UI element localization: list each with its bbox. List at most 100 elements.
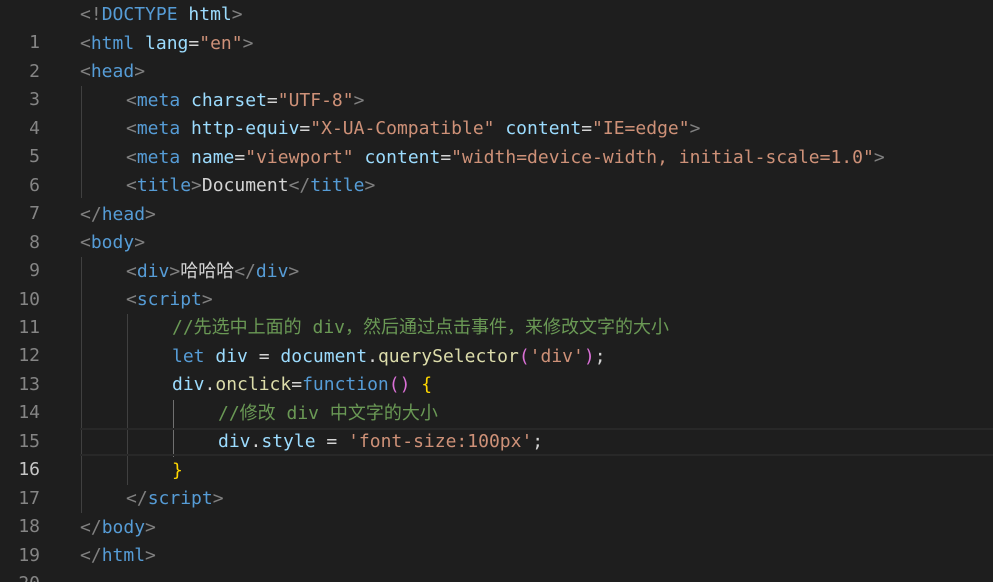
operator: = xyxy=(234,147,246,168)
tag-bracket: < xyxy=(126,147,137,168)
tag-bracket: < xyxy=(126,261,137,282)
code-line[interactable]: 17 } xyxy=(0,457,993,509)
code-line[interactable]: 8 </head> xyxy=(0,201,993,253)
keyword: function xyxy=(302,374,389,395)
variable: div xyxy=(172,374,205,395)
tag-name: title xyxy=(136,175,192,196)
punctuation: ; xyxy=(594,346,606,367)
attribute-value: "X-UA-Compatible" xyxy=(310,118,495,139)
tag-name: div xyxy=(255,261,289,282)
tag-bracket: </ xyxy=(126,488,148,509)
tag-bracket: < xyxy=(126,289,137,310)
tag-bracket: </ xyxy=(288,175,311,196)
tag-name: body xyxy=(101,517,146,538)
tag-bracket: > xyxy=(145,545,156,566)
tag-name: html xyxy=(101,545,146,566)
code-line[interactable]: 4 <meta charset="UTF-8"> xyxy=(0,87,993,139)
tag-bracket: < xyxy=(80,61,91,82)
code-line[interactable]: 7 <title>Document</title> xyxy=(0,172,993,224)
variable: div xyxy=(218,431,251,452)
code-line[interactable]: 3 <head> xyxy=(0,58,993,110)
operator: = xyxy=(581,118,593,139)
function-name: querySelector xyxy=(377,346,519,367)
tag-bracket: > xyxy=(145,204,156,225)
attribute: content xyxy=(505,118,582,139)
tag-name: body xyxy=(90,232,135,253)
tag-bracket: </ xyxy=(80,517,102,538)
tag-bracket: < xyxy=(126,118,137,139)
tag-bracket: > xyxy=(353,90,365,111)
string: 'font-size:100px' xyxy=(348,431,533,452)
variable: document xyxy=(280,346,368,367)
tag-bracket: < xyxy=(80,232,91,253)
operator: = xyxy=(440,147,452,168)
tag-bracket: </ xyxy=(80,204,102,225)
comment: //修改 div 中文字的大小 xyxy=(218,403,438,424)
tag-bracket: > xyxy=(145,517,156,538)
tag-bracket: </ xyxy=(234,261,256,282)
tag-bracket: </ xyxy=(80,545,102,566)
bracket: } xyxy=(172,460,183,481)
operator: . xyxy=(367,346,378,367)
attribute: html xyxy=(188,4,232,25)
code-line[interactable]: 11 <script> xyxy=(0,286,993,338)
code-line[interactable]: 6 <meta name="viewport" content="width=d… xyxy=(0,144,993,196)
bracket: () xyxy=(388,374,411,395)
operator: . xyxy=(204,374,216,395)
tag-bracket: > xyxy=(134,232,146,253)
code-line[interactable]: 10 <div>哈哈哈</div> xyxy=(0,258,993,310)
tag-name: head xyxy=(90,61,135,82)
tag-name: html xyxy=(90,33,135,54)
keyword: let xyxy=(172,346,205,367)
code-line[interactable]: 1 <!DOCTYPE html> xyxy=(0,1,993,53)
operator: = xyxy=(291,374,303,395)
bracket: ( xyxy=(518,346,530,367)
tag-bracket: > xyxy=(191,175,202,196)
property: onclick xyxy=(215,374,292,395)
tag-bracket: > xyxy=(873,147,885,168)
tag-name: title xyxy=(310,175,365,196)
variable: div xyxy=(215,346,248,367)
tag-bracket: < xyxy=(80,33,91,54)
code-line[interactable]: 15 //修改 div 中文字的大小 xyxy=(0,400,993,452)
operator: = xyxy=(315,431,349,452)
tag-name: script xyxy=(147,488,213,509)
code-line[interactable]: 5 <meta http-equiv="X-UA-Compatible" con… xyxy=(0,115,993,167)
tag-name: meta xyxy=(136,90,181,111)
tag-bracket: > xyxy=(364,175,376,196)
attribute: lang xyxy=(145,33,189,54)
code-line[interactable]: 2 <html lang="en"> xyxy=(0,30,993,82)
operator: . xyxy=(250,431,262,452)
tag-name: meta xyxy=(136,147,181,168)
code-line[interactable]: 18 </script> xyxy=(0,485,993,537)
code-editor[interactable]: 1 <!DOCTYPE html> 2 <html lang="en"> 3 <… xyxy=(0,0,993,582)
tag-name: script xyxy=(136,289,202,310)
attribute: http-equiv xyxy=(191,118,300,139)
attribute: content xyxy=(364,147,441,168)
tag-bracket: > xyxy=(288,261,300,282)
tag-bracket: > xyxy=(169,261,181,282)
code-line[interactable]: 12 //先选中上面的 div，然后通过点击事件，来修改文字的大小 xyxy=(0,314,993,366)
operator: = xyxy=(266,90,278,111)
tag-bracket: > xyxy=(242,33,254,54)
punctuation: ; xyxy=(532,431,544,452)
attribute: name xyxy=(191,147,235,168)
attribute-value: "viewport" xyxy=(245,147,354,168)
attribute-value: "UTF-8" xyxy=(277,90,354,111)
tag-name: div xyxy=(136,261,170,282)
tag-bracket: < xyxy=(126,90,137,111)
code-line[interactable]: 20 </html> xyxy=(0,542,993,582)
tag-name: head xyxy=(101,204,146,225)
code-line-active[interactable]: 16 div.style = 'font-size:100px'; xyxy=(0,428,993,480)
bracket: { xyxy=(421,374,433,395)
code-line[interactable]: 14 div.onclick=function() { xyxy=(0,371,993,423)
text-content: Document xyxy=(201,175,289,196)
code-line[interactable]: 13 let div = document.querySelector('div… xyxy=(0,343,993,395)
tag-bracket: > xyxy=(212,488,224,509)
code-line[interactable]: 9 <body> xyxy=(0,229,993,281)
code-line[interactable]: 19 </body> xyxy=(0,514,993,566)
bracket: ) xyxy=(583,346,595,367)
tag-bracket: < xyxy=(126,175,137,196)
comment: //先选中上面的 div，然后通过点击事件，来修改文字的大小 xyxy=(172,317,670,338)
